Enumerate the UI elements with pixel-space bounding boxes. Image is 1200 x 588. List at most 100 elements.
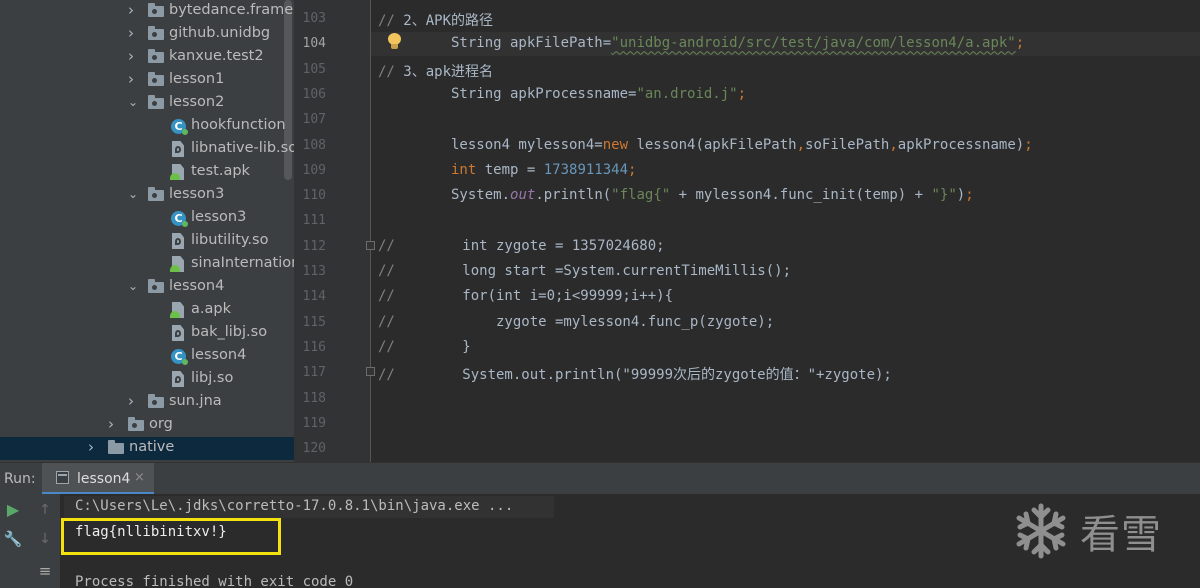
- package-icon: [128, 417, 144, 433]
- tree-item-lesson3[interactable]: Clesson3: [0, 207, 294, 230]
- unknown-file-icon: [170, 371, 186, 387]
- run-toolbar: ▶ ↑ 🔧 ↓ ≡: [0, 494, 60, 588]
- tree-item-bytedance-framew[interactable]: › bytedance.framew: [0, 0, 294, 23]
- tree-item-label: lesson4: [169, 278, 225, 294]
- run-tab-label: lesson4: [77, 471, 131, 487]
- lightbulb-icon[interactable]: [388, 33, 401, 50]
- tree-item-label: libj.so: [191, 370, 234, 386]
- package-icon: [148, 394, 164, 410]
- tree-item-org[interactable]: › org: [0, 414, 294, 437]
- wrench-icon[interactable]: 🔧: [2, 528, 24, 550]
- chevron-down-icon[interactable]: ⌄: [128, 187, 140, 203]
- tree-item-label: lesson3: [191, 209, 247, 225]
- tree-item-kanxue-test2[interactable]: › kanxue.test2: [0, 46, 294, 69]
- tree-item-a-apk[interactable]: a.apk: [0, 299, 294, 322]
- tree-item-libj-so[interactable]: libj.so: [0, 368, 294, 391]
- line-number: 117: [302, 365, 326, 381]
- code-line[interactable]: // 2、APK的路径: [378, 10, 493, 30]
- android-file-icon: [170, 164, 186, 180]
- chevron-right-icon[interactable]: ›: [128, 47, 140, 65]
- run-tab-lesson4[interactable]: lesson4 ×: [42, 463, 154, 495]
- line-number: 116: [302, 339, 326, 355]
- package-icon: [148, 95, 164, 111]
- java-class-icon: C: [170, 348, 188, 365]
- code-line[interactable]: System.out.println("flag{" + mylesson4.f…: [451, 187, 974, 203]
- package-icon: [148, 3, 164, 19]
- tree-item-label: lesson3: [169, 186, 225, 202]
- arrow-down-icon[interactable]: ↓: [34, 528, 56, 550]
- tree-item-libutility-so[interactable]: libutility.so: [0, 230, 294, 253]
- tree-item-label: sinaInternationa: [191, 255, 294, 271]
- tree-item-hookfunction[interactable]: Chookfunction: [0, 115, 294, 138]
- tree-item-label: kanxue.test2: [169, 48, 264, 64]
- chevron-down-icon[interactable]: ⌄: [128, 95, 140, 111]
- line-number: 115: [302, 314, 326, 330]
- code-line[interactable]: // long start =System.currentTimeMillis(…: [378, 263, 791, 279]
- code-line[interactable]: // zygote =mylesson4.func_p(zygote);: [378, 314, 774, 330]
- chevron-right-icon[interactable]: ›: [128, 70, 140, 88]
- tree-item-github-unidbg[interactable]: › github.unidbg: [0, 23, 294, 46]
- close-tab-icon[interactable]: ×: [134, 470, 145, 485]
- tree-item-label: test.apk: [191, 163, 250, 179]
- tree-item-lesson4[interactable]: ⌄ lesson4: [0, 276, 294, 299]
- chevron-right-icon[interactable]: ›: [88, 438, 100, 456]
- fold-marker-icon[interactable]: [366, 367, 375, 376]
- java-class-icon: C: [170, 210, 188, 227]
- tree-item-test-apk[interactable]: test.apk: [0, 161, 294, 184]
- tree-item-label: sun.jna: [169, 393, 222, 409]
- code-line[interactable]: lesson4 mylesson4=new lesson4(apkFilePat…: [451, 137, 1033, 153]
- tree-item-label: lesson2: [169, 94, 225, 110]
- tree-item-label: org: [149, 416, 173, 432]
- tree-item-label: native: [129, 439, 175, 455]
- arrow-up-icon[interactable]: ↑: [34, 499, 56, 521]
- package-icon: [148, 49, 164, 65]
- code-line[interactable]: int temp = 1738911344;: [451, 162, 636, 178]
- console-command-line: C:\Users\Le\.jdks\corretto-17.0.8.1\bin\…: [75, 498, 514, 514]
- code-line[interactable]: String apkFilePath="unidbg-android/src/t…: [451, 35, 1024, 51]
- tree-item-native[interactable]: › native: [0, 437, 294, 460]
- line-number: 107: [302, 112, 326, 128]
- code-line[interactable]: // 3、apk进程名: [378, 61, 493, 81]
- fold-marker-icon[interactable]: [366, 241, 375, 250]
- tree-item-bak-libj-so[interactable]: bak_libj.so: [0, 322, 294, 345]
- console-exit-message: Process finished with exit code 0: [75, 574, 354, 588]
- code-line[interactable]: // System.out.println("99999次后的zygote的值：…: [378, 364, 892, 384]
- tree-item-label: lesson1: [169, 71, 225, 87]
- tree-item-lesson3[interactable]: ⌄ lesson3: [0, 184, 294, 207]
- tree-item-lesson4[interactable]: Clesson4: [0, 345, 294, 368]
- soft-wrap-icon[interactable]: ≡: [34, 560, 56, 582]
- tree-item-label: github.unidbg: [169, 25, 271, 41]
- snowflake-icon: [1016, 503, 1066, 559]
- chevron-right-icon[interactable]: ›: [108, 415, 120, 433]
- run-panel-header: Run: lesson4 ×: [0, 462, 1200, 495]
- code-editor[interactable]: [371, 0, 1200, 462]
- code-line[interactable]: // int zygote = 1357024680;: [378, 238, 665, 254]
- line-number: 112: [302, 238, 326, 254]
- code-line[interactable]: // for(int i=0;i<99999;i++){: [378, 288, 673, 304]
- line-number: 103: [302, 11, 326, 26]
- tree-item-libnative-lib-so[interactable]: libnative-lib.so: [0, 138, 294, 161]
- chevron-right-icon[interactable]: ›: [128, 24, 140, 42]
- rerun-icon[interactable]: ▶: [2, 499, 24, 521]
- folder-icon: [108, 440, 124, 456]
- tree-item-label: hookfunction: [191, 117, 286, 133]
- package-icon: [148, 187, 164, 203]
- line-number: 108: [302, 137, 326, 153]
- line-number: 110: [302, 188, 326, 204]
- chevron-right-icon[interactable]: ›: [128, 392, 140, 410]
- line-number: 118: [302, 390, 326, 406]
- tree-item-sun-jna[interactable]: › sun.jna: [0, 391, 294, 414]
- line-number: 111: [302, 213, 326, 229]
- line-number: 109: [302, 162, 326, 178]
- run-config-icon: [56, 471, 69, 484]
- code-line[interactable]: String apkProcessname="an.droid.j";: [451, 86, 746, 102]
- tree-item-label: libnative-lib.so: [191, 140, 294, 156]
- tree-item-sinainternationa[interactable]: sinaInternationa: [0, 253, 294, 276]
- tree-item-lesson2[interactable]: ⌄ lesson2: [0, 92, 294, 115]
- tree-item-label: bak_libj.so: [191, 324, 268, 340]
- chevron-right-icon[interactable]: ›: [128, 1, 140, 19]
- chevron-down-icon[interactable]: ⌄: [128, 279, 140, 295]
- code-line[interactable]: // }: [378, 339, 471, 355]
- tree-item-lesson1[interactable]: › lesson1: [0, 69, 294, 92]
- project-tree: › bytedance.framew › github.unidbg › kanxue.t…: [0, 0, 294, 462]
